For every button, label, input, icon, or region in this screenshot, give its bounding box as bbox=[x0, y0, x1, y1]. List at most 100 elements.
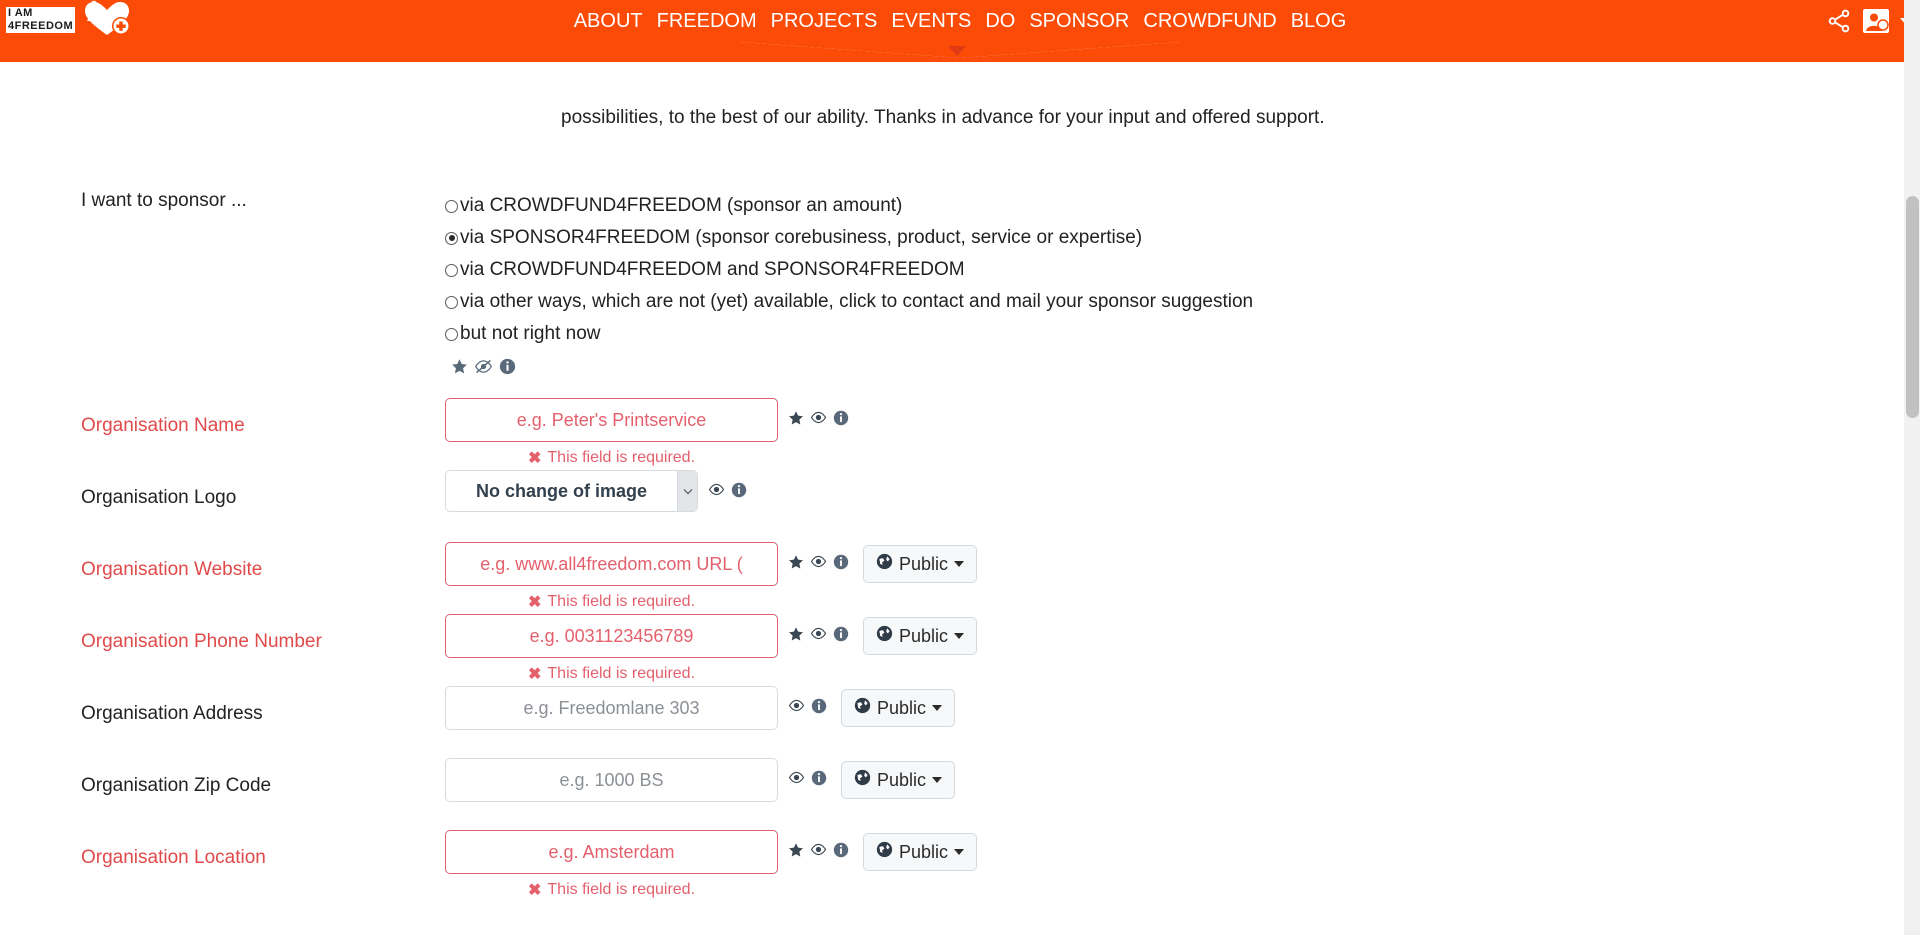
page-scrollbar[interactable] bbox=[1904, 0, 1920, 935]
field-label: Organisation Name bbox=[81, 415, 245, 436]
organisation-website-input[interactable]: e.g. www.all4freedom.com URL ( bbox=[445, 542, 778, 586]
privacy-dropdown-website[interactable]: Public bbox=[863, 545, 978, 583]
radio-label: via CROWDFUND4FREEDOM and SPONSOR4FREEDO… bbox=[460, 259, 965, 280]
eye-icon[interactable] bbox=[810, 554, 827, 574]
radio-label: but not right now bbox=[460, 323, 601, 344]
organisation-location-input[interactable]: e.g. Amsterdam bbox=[445, 830, 778, 874]
account-icon[interactable] bbox=[1862, 8, 1890, 34]
star-icon[interactable] bbox=[788, 842, 804, 863]
field-row-organisation-website: Organisation Website e.g. www.all4freedo… bbox=[0, 542, 1920, 611]
info-icon[interactable] bbox=[811, 770, 827, 791]
privacy-label: Public bbox=[899, 625, 949, 646]
sponsor-method-meta-icons bbox=[451, 358, 1253, 380]
privacy-label: Public bbox=[899, 553, 949, 574]
privacy-dropdown-phone[interactable]: Public bbox=[863, 617, 978, 655]
field-control: e.g. www.all4freedom.com URL ( Public bbox=[445, 542, 978, 586]
star-icon[interactable] bbox=[451, 358, 468, 380]
star-icon[interactable] bbox=[788, 554, 804, 575]
chevron-down-icon[interactable] bbox=[677, 471, 697, 511]
eye-icon[interactable] bbox=[788, 698, 805, 718]
privacy-dropdown-address[interactable]: Public bbox=[841, 689, 956, 727]
error-text: This field is required. bbox=[547, 593, 696, 610]
nav-item-do[interactable]: DO bbox=[985, 11, 1015, 31]
radio-input[interactable] bbox=[445, 295, 458, 309]
info-icon[interactable] bbox=[833, 554, 849, 575]
radio-option-sponsor[interactable]: via SPONSOR4FREEDOM (sponsor corebusines… bbox=[445, 222, 1253, 254]
star-icon[interactable] bbox=[788, 410, 804, 431]
site-header: I AM 4FREEDOM ABOUT FREEDOM PROJECTS EVE… bbox=[0, 0, 1920, 42]
field-row-organisation-address: Organisation Address e.g. Freedomlane 30… bbox=[0, 686, 1920, 748]
field-meta-icons bbox=[778, 686, 827, 730]
scrollbar-thumb[interactable] bbox=[1906, 196, 1919, 418]
main-navigation: ABOUT FREEDOM PROJECTS EVENTS DO SPONSOR… bbox=[0, 0, 1920, 42]
nav-item-blog[interactable]: BLOG bbox=[1291, 11, 1347, 31]
field-error: ✖ This field is required. bbox=[528, 592, 695, 612]
field-control: e.g. Amsterdam Public bbox=[445, 830, 978, 874]
organisation-zip-input[interactable]: e.g. 1000 BS bbox=[445, 758, 778, 802]
error-x-icon: ✖ bbox=[528, 594, 542, 611]
star-icon[interactable] bbox=[788, 626, 804, 647]
radio-option-not-now[interactable]: but not right now bbox=[445, 318, 1253, 350]
info-icon[interactable] bbox=[499, 358, 516, 380]
info-icon[interactable] bbox=[833, 626, 849, 647]
error-text: This field is required. bbox=[547, 449, 696, 466]
sponsor-method-row: I want to sponsor ... via CROWDFUND4FREE… bbox=[0, 182, 1920, 380]
select-value: No change of image bbox=[475, 480, 648, 501]
eye-icon[interactable] bbox=[810, 626, 827, 646]
eye-icon[interactable] bbox=[708, 482, 725, 502]
globe-icon bbox=[876, 841, 893, 863]
field-row-organisation-phone: Organisation Phone Number e.g. 003112345… bbox=[0, 614, 1920, 683]
privacy-dropdown-location[interactable]: Public bbox=[863, 833, 978, 871]
nav-item-about[interactable]: ABOUT bbox=[574, 11, 643, 31]
globe-icon bbox=[854, 769, 871, 791]
eye-slash-icon[interactable] bbox=[474, 358, 493, 380]
eye-icon[interactable] bbox=[788, 770, 805, 790]
radio-label: via SPONSOR4FREEDOM (sponsor corebusines… bbox=[460, 227, 1143, 248]
info-icon[interactable] bbox=[811, 698, 827, 719]
globe-icon bbox=[854, 697, 871, 719]
nav-item-freedom[interactable]: FREEDOM bbox=[657, 11, 757, 31]
nav-item-sponsor[interactable]: SPONSOR bbox=[1029, 11, 1129, 31]
nav-item-events[interactable]: EVENTS bbox=[891, 11, 971, 31]
error-text: This field is required. bbox=[547, 881, 696, 898]
field-meta-icons bbox=[778, 398, 849, 442]
scroll-down-caret-icon[interactable] bbox=[948, 46, 966, 56]
radio-option-both[interactable]: via CROWDFUND4FREEDOM and SPONSOR4FREEDO… bbox=[445, 254, 1253, 286]
privacy-label: Public bbox=[899, 841, 949, 862]
eye-icon[interactable] bbox=[810, 842, 827, 862]
radio-input[interactable] bbox=[445, 199, 458, 213]
sponsor-method-label: I want to sponsor ... bbox=[81, 190, 247, 211]
field-control: e.g. 0031123456789 Public bbox=[445, 614, 978, 658]
field-error: ✖ This field is required. bbox=[528, 664, 695, 684]
radio-option-other[interactable]: via other ways, which are not (yet) avai… bbox=[445, 286, 1253, 318]
radio-input[interactable] bbox=[445, 263, 458, 277]
radio-option-crowdfund[interactable]: via CROWDFUND4FREEDOM (sponsor an amount… bbox=[445, 190, 1253, 222]
header-actions bbox=[1826, 0, 1912, 42]
field-meta-icons bbox=[778, 830, 849, 874]
chevron-down-icon bbox=[954, 561, 965, 567]
share-icon[interactable] bbox=[1826, 8, 1852, 34]
privacy-label: Public bbox=[877, 769, 927, 790]
organisation-address-input[interactable]: e.g. Freedomlane 303 bbox=[445, 686, 778, 730]
nav-item-projects[interactable]: PROJECTS bbox=[771, 11, 878, 31]
organisation-logo-select[interactable]: No change of image bbox=[445, 470, 698, 512]
eye-icon[interactable] bbox=[810, 410, 827, 430]
info-icon[interactable] bbox=[833, 410, 849, 431]
field-meta-icons bbox=[778, 758, 827, 802]
info-icon[interactable] bbox=[833, 842, 849, 863]
radio-input[interactable] bbox=[445, 327, 458, 341]
field-label: Organisation Zip Code bbox=[81, 775, 272, 796]
field-label: Organisation Location bbox=[81, 847, 266, 868]
error-x-icon: ✖ bbox=[528, 666, 542, 683]
privacy-dropdown-zip[interactable]: Public bbox=[841, 761, 956, 799]
error-x-icon: ✖ bbox=[528, 450, 542, 467]
field-meta-icons bbox=[698, 470, 747, 514]
field-row-organisation-name: Organisation Name e.g. Peter's Printserv… bbox=[0, 398, 1920, 467]
field-label: Organisation Website bbox=[81, 559, 263, 580]
radio-input[interactable] bbox=[445, 231, 458, 245]
field-row-organisation-location: Organisation Location e.g. Amsterdam Pub… bbox=[0, 830, 1920, 899]
organisation-phone-input[interactable]: e.g. 0031123456789 bbox=[445, 614, 778, 658]
info-icon[interactable] bbox=[731, 482, 747, 503]
nav-item-crowdfund[interactable]: CROWDFUND bbox=[1143, 11, 1276, 31]
organisation-name-input[interactable]: e.g. Peter's Printservice bbox=[445, 398, 778, 442]
